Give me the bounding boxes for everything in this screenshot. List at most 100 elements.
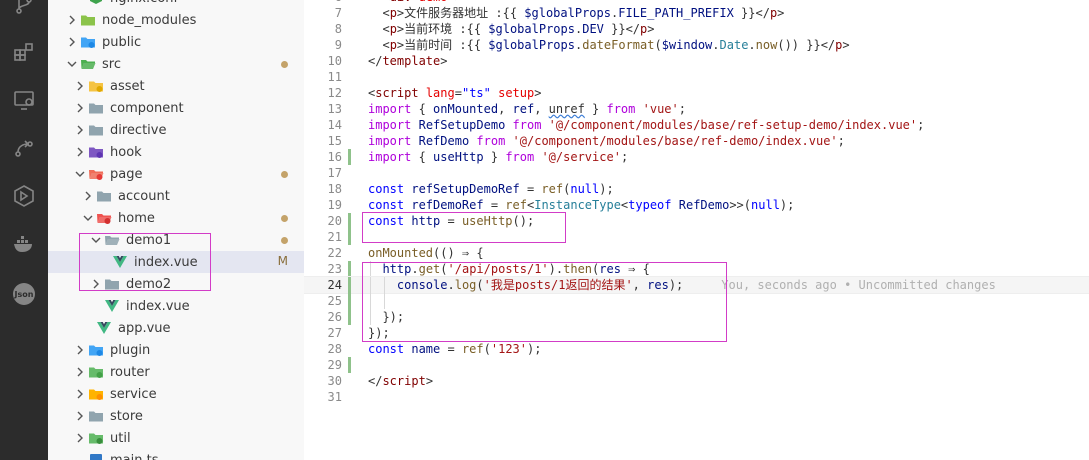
- tree-item-label: src: [102, 56, 121, 72]
- tree-folder[interactable]: asset: [48, 75, 304, 97]
- code-token: >>(: [729, 198, 752, 212]
- code-token: p: [389, 38, 397, 52]
- tree-folder[interactable]: directive: [48, 119, 304, 141]
- code-token: '123': [490, 342, 527, 356]
- tree-item-label: index.vue: [126, 298, 190, 314]
- code-token: >: [440, 54, 448, 68]
- code-token: FILE_PATH_PREFIX: [618, 6, 734, 20]
- tree-item-label: asset: [110, 78, 145, 94]
- chevron-right-icon[interactable]: [72, 97, 88, 119]
- json-icon: Json: [13, 283, 35, 305]
- line-number: 15: [327, 134, 342, 148]
- activity-docker-button[interactable]: [0, 226, 48, 266]
- chevron-right-icon[interactable]: [64, 31, 80, 53]
- code-token: );: [599, 182, 614, 196]
- code-line[interactable]: 10 </template>: [304, 53, 1089, 69]
- docker-icon: [12, 232, 36, 260]
- tree-folder[interactable]: node_modules: [48, 9, 304, 31]
- code-line[interactable]: 12 <script lang="ts" setup>: [304, 85, 1089, 101]
- code-token: div: [390, 0, 412, 4]
- tree-folder[interactable]: service: [48, 383, 304, 405]
- chevron-down-icon[interactable]: [80, 207, 96, 229]
- code-line[interactable]: 28 const name = ref('123');: [304, 341, 1089, 357]
- chevron-down-icon[interactable]: [64, 53, 80, 75]
- code-line[interactable]: 14 import RefSetupDemo from '@/component/…: [304, 117, 1089, 133]
- tree-file[interactable]: index.vue: [48, 295, 304, 317]
- git-blame-annotation: You, seconds ago • Uncommitted changes: [721, 278, 996, 292]
- code-line[interactable]: 15 import RefDemo from '@/component/modul…: [304, 133, 1089, 149]
- activity-pipeline-button[interactable]: [0, 178, 48, 218]
- chevron-right-icon[interactable]: [72, 119, 88, 141]
- code-line[interactable]: 9 <p>当前时间 :{{ $globalProps. dateFormat($w…: [304, 37, 1089, 53]
- tree-item-label: directive: [110, 122, 167, 138]
- line-number: 20: [327, 214, 342, 228]
- tree-folder[interactable]: util: [48, 427, 304, 449]
- code-line[interactable]: 16 import { useHttp } from '@/service';: [304, 149, 1089, 165]
- code-line[interactable]: 17: [304, 165, 1089, 181]
- code-line[interactable]: 13 import { onMounted, ref, unref } from …: [304, 101, 1089, 117]
- tree-folder[interactable]: page: [48, 163, 304, 185]
- tree-file[interactable]: app.vue: [48, 317, 304, 339]
- tree-file[interactable]: nginx.conf: [48, 0, 304, 9]
- activity-source-control-button[interactable]: [0, 0, 48, 26]
- remote-explorer-icon: [12, 88, 36, 116]
- chevron-right-icon[interactable]: [72, 75, 88, 97]
- tree-folder[interactable]: component: [48, 97, 304, 119]
- tree-folder[interactable]: hook: [48, 141, 304, 163]
- code-text: import RefSetupDemo from '@/component/mo…: [368, 117, 924, 133]
- code-token: );: [527, 342, 542, 356]
- code-line[interactable]: 22 onMounted(() ⇒ {: [304, 245, 1089, 261]
- tree-folder[interactable]: public: [48, 31, 304, 53]
- code-line[interactable]: 7 <p>文件服务器地址 :{{ $globalProps.FILE_PATH_…: [304, 5, 1089, 21]
- activity-remote-explorer-button[interactable]: [0, 82, 48, 122]
- activity-json-button[interactable]: Json: [0, 274, 48, 314]
- tree-folder[interactable]: store: [48, 405, 304, 427]
- tree-folder[interactable]: home: [48, 207, 304, 229]
- tree-folder[interactable]: src: [48, 53, 304, 75]
- code-text: import { onMounted, ref, unref } from 'v…: [368, 101, 686, 117]
- chevron-right-icon[interactable]: [72, 427, 88, 449]
- git-added-gutter-mark: [348, 213, 351, 229]
- chevron-right-icon[interactable]: [72, 361, 88, 383]
- code-token: {: [411, 150, 434, 164]
- line-number: 29: [327, 358, 342, 372]
- code-token: RefDemo: [678, 198, 730, 212]
- tree-folder[interactable]: plugin: [48, 339, 304, 361]
- extensions-icon: [12, 40, 36, 68]
- folder-icon: [88, 409, 104, 423]
- code-token: setup: [498, 86, 535, 100]
- tree-item-label: public: [102, 34, 142, 50]
- code-line[interactable]: 29: [304, 357, 1089, 373]
- tree-folder[interactable]: account: [48, 185, 304, 207]
- code-line[interactable]: 8 <p>当前环境 :{{ $globalProps.DEV }}</p>: [304, 21, 1089, 37]
- chevron-down-icon[interactable]: [72, 163, 88, 185]
- code-line[interactable]: 18 const refSetupDemoRef = ref(null);: [304, 181, 1089, 197]
- tree-item-label: service: [110, 386, 157, 402]
- activity-git-graph-button[interactable]: [0, 130, 48, 170]
- line-number: 31: [327, 390, 342, 404]
- tree-file[interactable]: main.ts: [48, 449, 304, 460]
- code-token: ref: [505, 198, 527, 212]
- code-line[interactable]: 31: [304, 389, 1089, 405]
- chevron-right-icon[interactable]: [72, 141, 88, 163]
- chevron-right-icon[interactable]: [72, 383, 88, 405]
- code-token: ()) }}</: [777, 38, 836, 52]
- chevron-right-icon[interactable]: [72, 405, 88, 427]
- code-token: ;: [917, 118, 925, 132]
- chevron-right-icon[interactable]: [64, 9, 80, 31]
- line-number: 13: [327, 102, 342, 116]
- ts-icon: [88, 453, 104, 460]
- chevron-right-icon[interactable]: [80, 185, 96, 207]
- activity-extensions-button[interactable]: [0, 34, 48, 74]
- tree-folder[interactable]: router: [48, 361, 304, 383]
- code-text: import { useHttp } from '@/service';: [368, 149, 628, 165]
- code-token: (() ⇒ {: [433, 246, 484, 260]
- code-line[interactable]: 11: [304, 69, 1089, 85]
- code-line[interactable]: 30 </script>: [304, 373, 1089, 389]
- chevron-right-icon[interactable]: [72, 339, 88, 361]
- code-text: <script lang="ts" setup>: [368, 85, 541, 101]
- code-line[interactable]: 19 const refDemoRef = ref<InstanceType<ty…: [304, 197, 1089, 213]
- folder-router-icon: [88, 365, 104, 379]
